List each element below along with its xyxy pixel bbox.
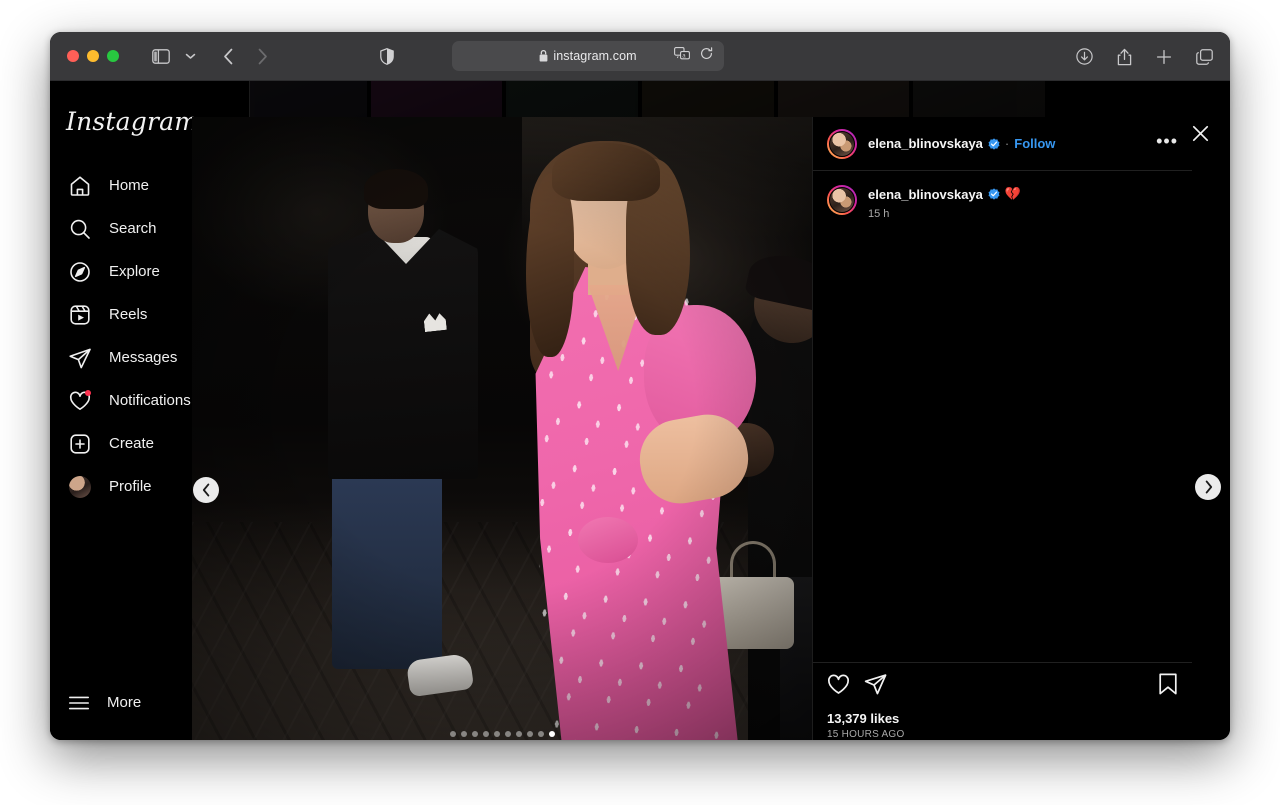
forward-arrow-icon[interactable] [248,43,276,69]
sidebar-item-more[interactable]: More [50,681,141,724]
sidebar-item-label: Notifications [109,392,191,409]
chevron-down-icon[interactable] [176,43,204,69]
carousel-dot[interactable] [493,731,500,737]
sidebar-item-label: Create [109,435,155,452]
tab-overview-icon[interactable] [1190,44,1218,70]
verified-badge-icon [988,188,1000,200]
likes-count[interactable]: 13,379 likes [827,711,1178,726]
address-bar-container: instagram.com a [452,41,724,71]
sidebar-item-label: Profile [109,478,152,495]
sidebar-item-label: Search [109,220,157,237]
sidebar-item-label: Explore [109,263,160,280]
carousel-dot[interactable] [449,731,456,737]
avatar-image [829,130,855,157]
compass-icon [68,260,92,284]
post-caption-section: elena_blinovskaya 💔 15 h [813,171,1192,662]
carousel-prev-button[interactable] [193,477,219,503]
navigation-controls [214,43,276,69]
avatar-image [829,187,855,213]
photo-vignette [192,117,812,740]
plus-icon[interactable] [1150,44,1178,70]
address-bar[interactable]: instagram.com a [452,41,724,71]
post-options-menu-button[interactable]: ••• [1156,132,1178,152]
reload-icon[interactable] [700,47,713,65]
sidebar-item-label: Reels [109,306,148,323]
avatar [69,475,91,498]
back-arrow-icon[interactable] [214,43,242,69]
instagram-page: Instagram Home Search Explore Reels Mess… [50,81,1230,740]
carousel-dot[interactable] [460,731,467,737]
download-icon[interactable] [1070,44,1098,70]
caption-avatar[interactable] [827,185,857,215]
post-author: elena_blinovskaya · Follow [868,136,1145,151]
browser-toolbar: instagram.com a [50,32,1230,81]
caption-line: elena_blinovskaya 💔 [868,186,1178,202]
post-photo[interactable] [192,117,812,740]
sidebar-item-label: More [107,694,142,711]
carousel-dot[interactable] [504,731,511,737]
window-traffic-lights [67,50,119,62]
privacy-shield-icon[interactable] [380,47,394,65]
verified-badge-icon [988,137,1000,150]
url-text: instagram.com [553,49,637,63]
carousel-dot[interactable] [526,731,533,737]
hamburger-icon [68,694,90,712]
post-header: elena_blinovskaya · Follow ••• [813,117,1192,171]
caption-timestamp: 15 h [868,208,890,220]
avatar[interactable] [827,128,857,159]
follow-button[interactable]: Follow [1014,136,1055,151]
caption-text-block: elena_blinovskaya 💔 15 h [868,185,1178,220]
toolbar-right-actions [1070,32,1218,81]
reels-icon [68,303,92,327]
sidebar-item-label: Messages [109,349,178,366]
caption-emoji: 💔 [1004,186,1022,201]
share-post-icon[interactable] [864,673,887,701]
carousel-dot[interactable] [471,731,478,737]
maximize-window-button[interactable] [107,50,119,62]
notification-badge-dot [85,389,91,396]
home-icon [68,174,92,198]
post-modal: elena_blinovskaya · Follow ••• elena_bli… [192,117,1192,740]
caption-row: elena_blinovskaya 💔 15 h [827,185,1178,220]
caption-username[interactable]: elena_blinovskaya [868,187,983,202]
carousel-dot[interactable] [515,731,522,737]
paper-plane-icon [68,346,92,370]
close-window-button[interactable] [67,50,79,62]
sidebar-controls [147,43,204,69]
minimize-window-button[interactable] [87,50,99,62]
post-date: 15 HOURS AGO [827,729,905,740]
share-icon[interactable] [1110,44,1138,70]
header-separator: · [1004,136,1010,151]
like-icon[interactable] [827,673,850,701]
carousel-dot[interactable] [548,731,555,737]
heart-icon [68,389,92,413]
post-info-panel: elena_blinovskaya · Follow ••• elena_bli… [812,117,1192,740]
search-icon [68,217,92,241]
avatar-icon [68,475,92,499]
carousel-next-button[interactable] [1195,474,1221,500]
sidebar-toggle-icon[interactable] [147,43,175,69]
lock-icon [539,50,548,62]
carousel-dot[interactable] [537,731,544,737]
action-row [827,673,1178,701]
browser-window: instagram.com a Instagram Home Search Ex… [50,32,1230,740]
close-modal-button[interactable] [1190,123,1210,143]
translate-icon[interactable]: a [674,47,690,65]
post-actions: 13,379 likes 15 HOURS AGO [813,662,1192,740]
carousel-dot[interactable] [482,731,489,737]
sidebar-item-label: Home [109,177,150,194]
carousel-dots [192,731,812,737]
post-username[interactable]: elena_blinovskaya [868,136,983,151]
save-post-icon[interactable] [1158,673,1178,701]
plus-square-icon [68,432,92,456]
